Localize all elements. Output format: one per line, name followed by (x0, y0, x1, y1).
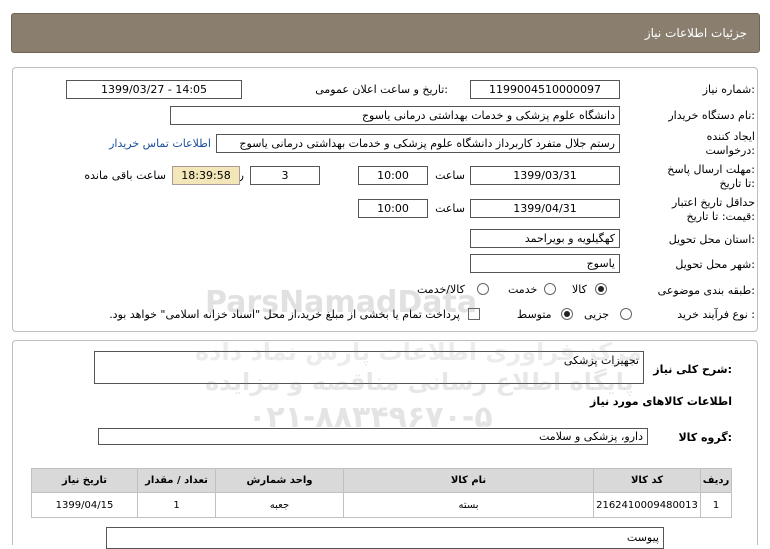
goods-table-header: ردیف کد کالا نام کالا واحد شمارش تعداد /… (31, 468, 732, 493)
price-validity-time-label: ساعت (435, 202, 465, 215)
page-header: جزئیات اطلاعات نیاز (11, 13, 760, 53)
announce-datetime-label: تاریخ و ساعت اعلان عمومی: (315, 83, 448, 96)
watermark-brand: ParsNamadData (205, 285, 478, 320)
creator-field: رستم جلال متفرد کاربرداز دانشگاه علوم پز… (216, 134, 620, 153)
price-validity-label-line1: حداقل تاریخ اعتبار (671, 196, 755, 209)
col-row: ردیف (700, 468, 732, 493)
cell-row: 1 (700, 492, 732, 518)
table-row: 1 2162410009480013 بسته جعبه 1 1399/04/1… (31, 492, 732, 518)
attachment-note-field: پیوست (106, 527, 664, 549)
creator-label-line2: درخواست: (705, 144, 756, 157)
reply-deadline-label-line1: مهلت ارسال پاسخ: (667, 163, 755, 176)
category-goods-service-radio[interactable] (477, 283, 489, 295)
announce-datetime-field: 1399/03/27 - 14:05 (66, 80, 242, 99)
need-summary-label: شرح کلی نیاز: (653, 363, 732, 376)
price-validity-time-field: 10:00 (358, 199, 428, 218)
cell-name: بسته (343, 492, 594, 518)
goods-group-label: گروه کالا: (678, 431, 732, 444)
price-validity-label-line2: قیمت: تا تاریخ: (686, 210, 755, 223)
col-need-date: تاریخ نیاز (31, 468, 138, 493)
delivery-city-field: یاسوج (470, 254, 620, 273)
need-number-label: شماره نیاز: (702, 83, 755, 96)
col-name: نام کالا (343, 468, 594, 493)
process-medium-radio[interactable] (561, 308, 573, 320)
col-code: کد کالا (593, 468, 701, 493)
reply-deadline-time-field: 10:00 (358, 166, 428, 185)
category-label: طبقه بندی موضوعی: (657, 284, 755, 297)
creator-label-line1: ایجاد کننده (706, 130, 755, 143)
cell-unit: جعبه (215, 492, 344, 518)
page-title: جزئیات اطلاعات نیاز (644, 26, 747, 40)
purchase-process-label: نوع فرآیند خرید : (677, 308, 755, 321)
buyer-org-field: دانشگاه علوم پزشکی و خدمات بهداشتی درمان… (170, 106, 620, 125)
price-validity-date-field: 1399/04/31 (470, 199, 620, 218)
cell-quantity: 1 (137, 492, 216, 518)
buyer-contact-link[interactable]: اطلاعات تماس خریدار (109, 137, 211, 150)
goods-table: ردیف کد کالا نام کالا واحد شمارش تعداد /… (31, 468, 732, 518)
watermark-phone: ۰۲۱-۸۸۳۴۹۶۷۰-۵ (248, 400, 493, 435)
reply-deadline-date-field: 1399/03/31 (470, 166, 620, 185)
category-goods-label: کالا (572, 283, 587, 296)
cell-need-date: 1399/04/15 (31, 492, 138, 518)
watermark-line2: پایگاه اطلاع رسانی مناقصه و مزایده (205, 368, 634, 396)
delivery-province-field: کهگیلویه و بویراحمد (470, 229, 620, 248)
category-goods-radio[interactable] (595, 283, 607, 295)
category-service-label: خدمت (508, 283, 538, 296)
days-remaining-field: 3 (250, 166, 320, 185)
col-unit: واحد شمارش (215, 468, 344, 493)
col-quantity: تعداد / مقدار (137, 468, 216, 493)
remaining-time-field: 18:39:58 (172, 166, 240, 185)
buyer-org-label: نام دستگاه خریدار: (668, 109, 755, 122)
category-service-radio[interactable] (544, 283, 556, 295)
delivery-province-label: استان محل تحویل: (668, 233, 755, 246)
need-number-field: 1199004510000097 (470, 80, 620, 99)
process-minor-label: جزیی (584, 308, 610, 321)
remaining-time-label: ساعت باقی مانده (84, 169, 166, 182)
delivery-city-label: شهر محل تحویل: (675, 258, 755, 271)
process-medium-label: متوسط (517, 308, 552, 321)
process-minor-radio[interactable] (620, 308, 632, 320)
watermark-line1: مرکز فراوری اطلاعات پارس نماد داده (195, 338, 643, 366)
reply-deadline-label-line2: تا تاریخ: (719, 177, 755, 190)
cell-code: 2162410009480013 (593, 492, 701, 518)
goods-info-title: اطلاعات کالاهای مورد نیاز (590, 395, 732, 408)
reply-time-label: ساعت (435, 169, 465, 182)
